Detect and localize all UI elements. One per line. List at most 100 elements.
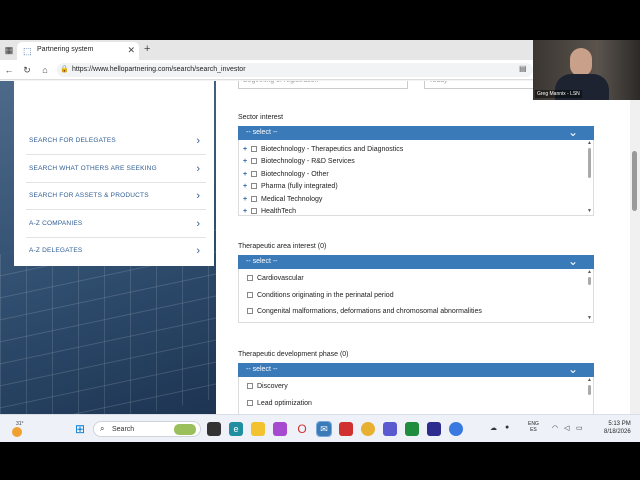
sun-icon <box>12 427 22 437</box>
app-icon[interactable] <box>449 422 463 436</box>
sidebar-item-az-delegates[interactable]: A-Z DELEGATES › <box>26 238 206 265</box>
url-field[interactable]: 🔒 https://www.hellopartnering.com/search… <box>57 63 533 77</box>
cloud-icon[interactable]: ☁ <box>490 424 497 432</box>
development-phase-select-bar[interactable]: -- select -- ⌄ <box>238 362 594 377</box>
expand-icon[interactable]: + <box>243 196 251 203</box>
sidebar-item-az-companies[interactable]: A-Z COMPANIES › <box>26 211 206 238</box>
excel-icon[interactable] <box>405 422 419 436</box>
opera-icon[interactable]: O <box>295 422 309 436</box>
checkbox[interactable] <box>247 400 253 406</box>
select-placeholder: -- select -- <box>246 366 278 373</box>
back-icon[interactable]: ← <box>3 64 15 76</box>
clock[interactable]: 5:13 PM 8/18/2026 <box>604 420 631 436</box>
edge-icon[interactable]: e <box>229 422 243 436</box>
checkbox[interactable] <box>247 383 253 389</box>
teams-icon[interactable] <box>383 422 397 436</box>
list-item[interactable]: + HealthTech <box>243 208 297 215</box>
file-explorer-icon[interactable] <box>251 422 265 436</box>
date-from-input[interactable]: Beginning of registration <box>238 81 408 89</box>
list-item[interactable]: Lead optimization <box>247 400 312 412</box>
scroll-up-icon[interactable]: ▲ <box>587 269 592 275</box>
search-label: Search <box>112 426 135 433</box>
list-item[interactable]: Cardiovascular <box>247 275 304 287</box>
acrobat-icon[interactable] <box>339 422 353 436</box>
expand-icon[interactable]: + <box>243 171 251 178</box>
sidebar-item-label: A-Z DELEGATES <box>29 247 83 254</box>
checkbox[interactable] <box>247 308 253 314</box>
list-item[interactable]: + Biotechnology - Therapeutics and Diagno… <box>243 146 403 158</box>
list-item[interactable]: + Biotechnology - R&D Services <box>243 158 355 170</box>
checkbox[interactable] <box>251 183 257 189</box>
therapeutic-area-select-bar[interactable]: -- select -- ⌄ <box>238 254 594 269</box>
checkbox[interactable] <box>247 292 253 298</box>
sidebar-item-search-delegates[interactable]: SEARCH FOR DELEGATES › <box>26 128 206 155</box>
checkbox[interactable] <box>251 146 257 152</box>
reader-mode-icon[interactable]: ▤ <box>519 64 527 73</box>
list-item[interactable]: Discovery <box>247 383 288 395</box>
list-item[interactable]: Conditions originating in the perinatal … <box>247 292 394 304</box>
refresh-icon[interactable]: ↻ <box>21 64 33 76</box>
scroll-down-icon[interactable]: ▼ <box>587 208 592 214</box>
windows-start-icon[interactable]: ⊞ <box>73 422 87 436</box>
tab-partnering[interactable]: ⬚ Partnering system ✕ <box>17 42 139 60</box>
chevron-right-icon: › <box>196 245 200 257</box>
expand-icon[interactable]: + <box>243 146 251 153</box>
expand-icon[interactable]: + <box>243 183 251 190</box>
scroll-down-icon[interactable]: ▼ <box>587 315 592 321</box>
option-label: Biotechnology - Therapeutics and Diagnos… <box>261 146 404 153</box>
checkbox[interactable] <box>251 158 257 164</box>
checkbox[interactable] <box>251 208 257 214</box>
list-item[interactable]: + Biotechnology - Other <box>243 171 329 183</box>
date-to-input[interactable]: Today <box>424 81 534 89</box>
app-icon[interactable] <box>427 422 441 436</box>
volume-icon[interactable]: ◁ <box>564 424 569 432</box>
close-tab-icon[interactable]: ✕ <box>127 45 135 56</box>
option-label: HealthTech <box>261 208 297 215</box>
scrollbar[interactable] <box>588 277 591 285</box>
wifi-icon[interactable]: ◠ <box>552 424 558 432</box>
scroll-up-icon[interactable]: ▲ <box>587 377 592 383</box>
chevron-right-icon: › <box>196 218 200 230</box>
page-content: SEARCH FOR DELEGATES › SEARCH WHAT OTHER… <box>0 81 630 414</box>
chevron-down-icon: ⌄ <box>567 125 578 139</box>
expand-icon[interactable]: + <box>243 158 251 165</box>
development-phase-options-list: Discovery Lead optimization ▲ <box>238 377 594 414</box>
checkbox[interactable] <box>247 275 253 281</box>
chevron-right-icon: › <box>196 135 200 147</box>
scrollbar[interactable] <box>588 385 591 395</box>
option-label: Cardiovascular <box>257 275 304 282</box>
checkbox[interactable] <box>251 171 257 177</box>
list-item[interactable]: + Medical Technology <box>243 196 322 208</box>
date: 8/18/2026 <box>604 429 631 435</box>
list-item[interactable]: + Pharma (fully integrated) <box>243 183 338 195</box>
scroll-up-icon[interactable]: ▲ <box>587 140 592 146</box>
sidebar-item-search-assets[interactable]: SEARCH FOR ASSETS & PRODUCTS › <box>26 183 206 210</box>
battery-icon[interactable]: ▭ <box>576 424 583 432</box>
sidebar-item-label: SEARCH FOR ASSETS & PRODUCTS <box>29 192 149 199</box>
new-tab-button[interactable]: + <box>144 43 150 55</box>
sidebar-item-search-seeking[interactable]: SEARCH WHAT OTHERS ARE SEEKING › <box>26 156 206 183</box>
list-item[interactable]: Congenital malformations, deformations a… <box>247 308 482 320</box>
letterbox-bottom <box>0 442 640 480</box>
language-indicator[interactable]: ENG ES <box>528 421 539 433</box>
expand-icon[interactable]: + <box>243 208 251 215</box>
sector-interest-label: Sector interest <box>238 114 284 121</box>
tab-actions-icon[interactable]: ▦ <box>3 44 15 56</box>
home-icon[interactable]: ⌂ <box>39 64 51 76</box>
chrome-icon[interactable] <box>361 422 375 436</box>
copilot-icon[interactable] <box>273 422 287 436</box>
webcam-overlay: Greg Mannix - LSN <box>533 40 640 100</box>
chevron-right-icon: › <box>196 190 200 202</box>
checkbox[interactable] <box>251 196 257 202</box>
page-scrollbar[interactable] <box>630 81 640 414</box>
taskbar-search[interactable]: ⌕ Search <box>93 421 201 437</box>
search-icon: ⌕ <box>100 424 105 433</box>
scrollbar[interactable] <box>588 148 591 178</box>
mic-icon[interactable]: ● <box>505 424 509 431</box>
option-label: Lead optimization <box>257 400 312 407</box>
url-text: https://www.hellopartnering.com/search/s… <box>72 66 246 73</box>
select-placeholder: -- select -- <box>246 129 278 136</box>
sector-select-bar[interactable]: -- select -- ⌄ <box>238 125 594 140</box>
outlook-icon[interactable]: ✉ <box>316 421 332 437</box>
task-view-icon[interactable] <box>207 422 221 436</box>
